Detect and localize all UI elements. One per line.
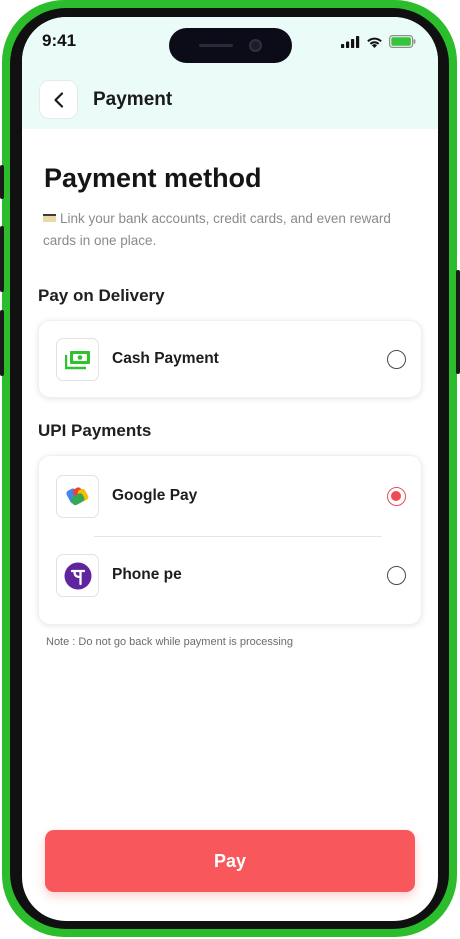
pay-button[interactable]: Pay	[45, 830, 415, 892]
credit-card-icon	[43, 214, 56, 222]
status-icons	[341, 35, 416, 48]
processing-note: Note : Do not go back while payment is p…	[46, 636, 294, 648]
status-time: 9:41	[42, 31, 77, 50]
radio-google-pay[interactable]	[387, 487, 406, 506]
pay-on-delivery-panel: Cash Payment	[38, 320, 422, 398]
section-title-upi-payments: UPI Payments	[38, 421, 152, 440]
page-subtitle: Link your bank accounts, credit cards, a…	[43, 208, 393, 252]
page-title: Payment method	[44, 163, 262, 193]
payment-option-cash[interactable]: Cash Payment	[39, 330, 423, 390]
speaker-grille	[199, 44, 233, 47]
cellular-signal-icon	[341, 35, 360, 48]
mute-switch	[0, 165, 4, 199]
phonepe-icon	[56, 554, 99, 597]
volume-down-button	[0, 310, 4, 376]
upi-payments-panel: Google Pay Phone pe	[38, 455, 422, 625]
option-divider	[94, 536, 382, 537]
radio-phonepe[interactable]	[387, 566, 406, 585]
payment-option-phonepe[interactable]: Phone pe	[39, 546, 423, 606]
header-title: Payment	[93, 89, 173, 110]
dynamic-island	[169, 28, 292, 63]
payment-option-google-pay[interactable]: Google Pay	[39, 467, 423, 527]
section-title-pay-on-delivery: Pay on Delivery	[38, 286, 165, 305]
google-pay-icon	[56, 475, 99, 518]
front-camera	[249, 39, 262, 52]
wifi-icon	[367, 37, 382, 48]
option-label-google-pay: Google Pay	[112, 487, 198, 504]
volume-up-button	[0, 226, 4, 292]
power-button	[456, 270, 460, 374]
page-subtitle-text: Link your bank accounts, credit cards, a…	[43, 211, 391, 248]
cash-icon	[56, 338, 99, 381]
option-label-cash: Cash Payment	[112, 350, 219, 367]
back-button[interactable]	[39, 80, 78, 119]
screen: 9:41 Payment Payment method Link your ba…	[22, 17, 438, 921]
radio-cash[interactable]	[387, 350, 406, 369]
chevron-left-icon	[53, 91, 63, 108]
battery-icon	[389, 35, 416, 48]
option-label-phonepe: Phone pe	[112, 566, 182, 583]
